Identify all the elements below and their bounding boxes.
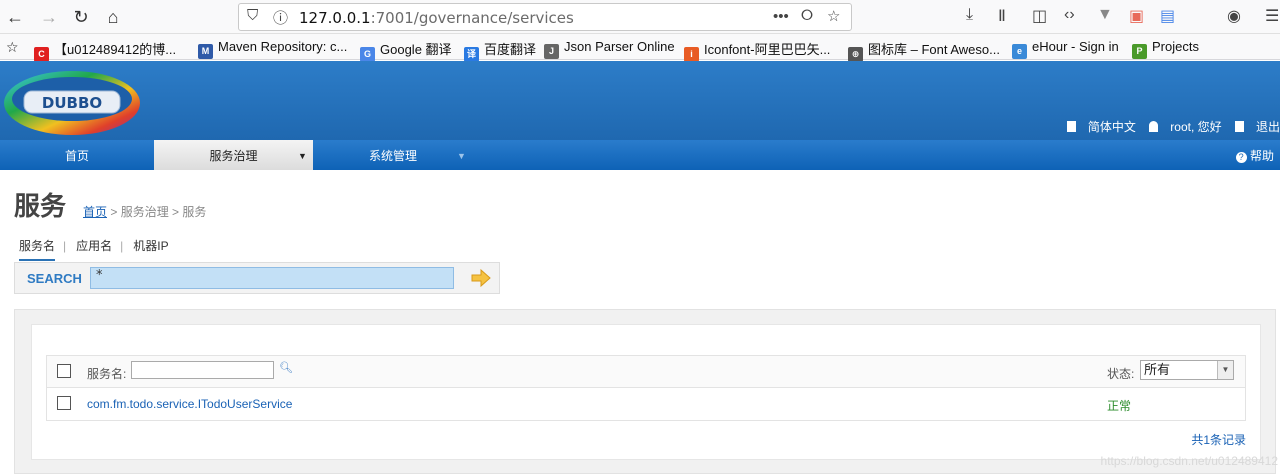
bookmark-star-icon[interactable]: ☆ <box>6 39 19 56</box>
page-title: 服务 <box>14 191 67 221</box>
nav-system[interactable]: 系统管理 ▼ <box>313 140 473 170</box>
iconfont-icon: i <box>684 47 699 62</box>
breadcrumb-home[interactable]: 首页 <box>83 205 107 219</box>
vue-icon[interactable]: ▼ <box>1097 6 1113 24</box>
nav-home[interactable]: 首页 <box>0 140 154 170</box>
maven-icon: M <box>198 44 213 59</box>
logout-icon <box>1234 121 1244 132</box>
nav-help[interactable]: ? 帮助 <box>1214 140 1274 170</box>
menu-icon[interactable]: ☰ <box>1265 6 1279 26</box>
shield-icon[interactable]: ⛉ <box>247 7 258 24</box>
app-header: DUBBO 简体中文 root, 您好 退出 <box>0 61 1280 140</box>
url-text[interactable]: 127.0.0.1:7001/governance/services <box>299 9 574 27</box>
status-select[interactable]: 所有 ▼ <box>1140 360 1234 380</box>
csdn-icon: C <box>34 47 49 62</box>
bookmark-item[interactable]: 译百度翻译 <box>464 39 536 62</box>
results-panel: 服务名: 🔍︎ 状态: 所有 ▼ com.fm.todo.service.ITo… <box>14 309 1276 474</box>
bookmark-item[interactable]: J Json Parser Online <box>544 39 675 59</box>
table-header: 服务名: 🔍︎ 状态: 所有 ▼ <box>46 355 1246 388</box>
user-bar: 简体中文 root, 您好 退出 <box>1057 118 1280 135</box>
user-icon <box>1149 121 1159 132</box>
bookmark-item[interactable]: e eHour - Sign in <box>1012 39 1119 59</box>
service-link[interactable]: com.fm.todo.service.ITodoUserService <box>87 397 292 411</box>
url-bar[interactable]: ⛉ ⓘ 127.0.0.1:7001/governance/services •… <box>238 3 852 31</box>
search-label: SEARCH <box>27 271 82 286</box>
main-nav: 首页 服务治理 ▼ 系统管理 ▼ ? 帮助 <box>0 140 1280 170</box>
arrow-right-icon[interactable] <box>470 268 492 288</box>
back-icon[interactable]: ← <box>2 4 28 30</box>
logout-link[interactable]: 退出 <box>1234 120 1280 134</box>
star-icon[interactable]: ☆ <box>827 7 840 25</box>
logo-text: DUBBO <box>42 94 102 112</box>
projects-icon: P <box>1132 44 1147 59</box>
search-icon[interactable]: 🔍︎ <box>279 361 293 374</box>
results-inner: 服务名: 🔍︎ 状态: 所有 ▼ com.fm.todo.service.ITo… <box>31 324 1261 460</box>
caret-down-icon: ▼ <box>298 151 307 161</box>
globe-icon: ⊕ <box>848 47 863 62</box>
table-row: com.fm.todo.service.ITodoUserService 正常 <box>46 388 1246 421</box>
bookmark-item[interactable]: G Google 翻译 <box>360 39 452 62</box>
devtools-icon[interactable]: ‹› <box>1064 6 1075 24</box>
tab-app-name[interactable]: 应用名 <box>76 237 112 259</box>
select-all-checkbox[interactable] <box>57 364 71 378</box>
status-badge: 正常 <box>1107 399 1132 413</box>
reload-icon[interactable]: ↻ <box>68 4 94 30</box>
search-input[interactable]: * <box>90 267 454 289</box>
language-link[interactable]: 简体中文 <box>1066 120 1136 134</box>
home-icon[interactable]: ⌂ <box>100 4 126 30</box>
info-icon[interactable]: ⓘ <box>273 7 288 28</box>
translate-ext-icon[interactable]: ▤ <box>1160 6 1175 26</box>
sidebar-icon[interactable]: ◫ <box>1032 6 1047 26</box>
caret-down-icon: ▼ <box>457 151 466 161</box>
forward-icon[interactable]: → <box>36 4 62 30</box>
chevron-down-icon: ▼ <box>1217 361 1233 379</box>
tab-service-name[interactable]: 服务名 <box>19 237 56 261</box>
download-icon[interactable]: ⤓ <box>966 6 973 24</box>
json-icon: J <box>544 44 559 59</box>
google-translate-icon: G <box>360 47 375 62</box>
bookmark-item[interactable]: P Projects <box>1132 39 1199 59</box>
status-label: 状态: <box>1107 367 1135 381</box>
filter-label: 服务名: <box>87 367 127 381</box>
ehour-icon: e <box>1012 44 1027 59</box>
account-icon[interactable]: ◉ <box>1227 6 1241 26</box>
service-filter-input[interactable] <box>131 361 274 379</box>
row-checkbox[interactable] <box>57 396 71 410</box>
search-box: SEARCH * <box>14 262 500 294</box>
pocket-icon[interactable]: ⭘ <box>801 7 813 24</box>
dubbo-logo: DUBBO <box>4 71 140 135</box>
help-icon: ? <box>1235 152 1247 163</box>
services-table: 服务名: 🔍︎ 状态: 所有 ▼ com.fm.todo.service.ITo… <box>46 355 1246 421</box>
bookmarks-bar: ☆ C 【u012489412的博... M Maven Repository: c… <box>0 34 1280 62</box>
bookmark-item[interactable]: M Maven Repository: c... <box>198 39 347 59</box>
watermark: https://blog.csdn.net/u012489412 <box>1100 454 1278 468</box>
breadcrumb: 首页 > 服务治理 > 服务 <box>83 205 207 219</box>
bookmark-item[interactable]: ⊕ 图标库 – Font Aweso... <box>848 39 1000 62</box>
bookmark-item[interactable]: i Iconfont-阿里巴巴矢... <box>684 39 830 62</box>
page-actions-icon[interactable]: ••• <box>773 8 789 25</box>
extension-icon[interactable]: ▣ <box>1129 6 1144 26</box>
user-greeting: root, 您好 <box>1149 120 1222 134</box>
browser-toolbar: ← → ↻ ⌂ ⛉ ⓘ 127.0.0.1:7001/governance/se… <box>0 0 1280 34</box>
bookmark-item[interactable]: C 【u012489412的博... <box>34 39 176 62</box>
search-type-tabs: 服务名 | 应用名 | 机器IP <box>19 237 177 261</box>
url-host: 127.0.0.1 <box>299 9 371 27</box>
library-icon[interactable]: Ⅱ <box>998 6 1006 26</box>
nav-governance[interactable]: 服务治理 ▼ <box>154 140 313 170</box>
url-path: :7001/governance/services <box>370 9 574 27</box>
record-count: 共1条记录 <box>1191 433 1246 447</box>
document-icon <box>1066 121 1076 132</box>
tab-machine-ip[interactable]: 机器IP <box>133 237 168 259</box>
baidu-translate-icon: 译 <box>464 47 479 62</box>
